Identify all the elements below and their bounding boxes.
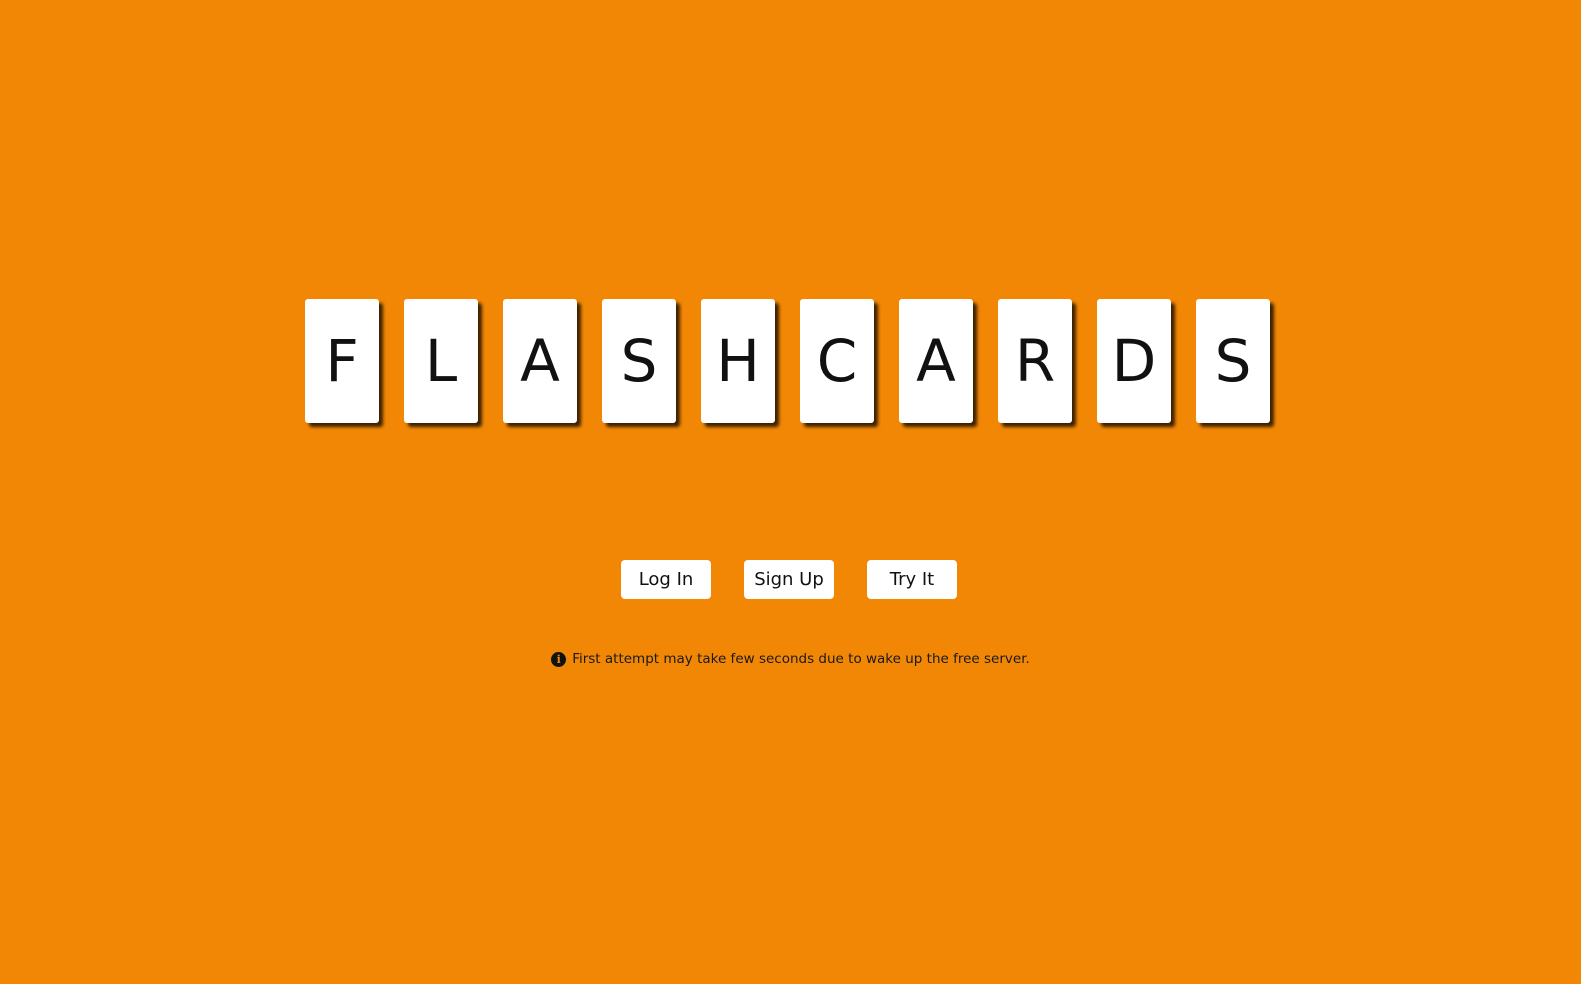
title-letter-card: D	[1097, 299, 1171, 423]
title-letter-card: L	[404, 299, 478, 423]
landing-page: F L A S H C A R D S Log In Sign Up Try I…	[0, 0, 1581, 984]
title-letter-card: S	[602, 299, 676, 423]
title-letter-card: R	[998, 299, 1072, 423]
info-circle-icon: i	[551, 651, 567, 667]
server-notice-text: First attempt may take few seconds due t…	[572, 651, 1030, 667]
login-button[interactable]: Log In	[621, 560, 711, 599]
title-letter-card: H	[701, 299, 775, 423]
server-notice: i First attempt may take few seconds due…	[0, 651, 1581, 667]
flashcards-title: F L A S H C A R D S	[305, 299, 1270, 423]
title-letter-card: F	[305, 299, 379, 423]
title-letter-card: A	[899, 299, 973, 423]
title-letter-card: C	[800, 299, 874, 423]
title-letter-card: A	[503, 299, 577, 423]
signup-button[interactable]: Sign Up	[744, 560, 834, 599]
auth-buttons: Log In Sign Up Try It	[621, 560, 957, 599]
title-letter-card: S	[1196, 299, 1270, 423]
try-it-button[interactable]: Try It	[867, 560, 957, 599]
